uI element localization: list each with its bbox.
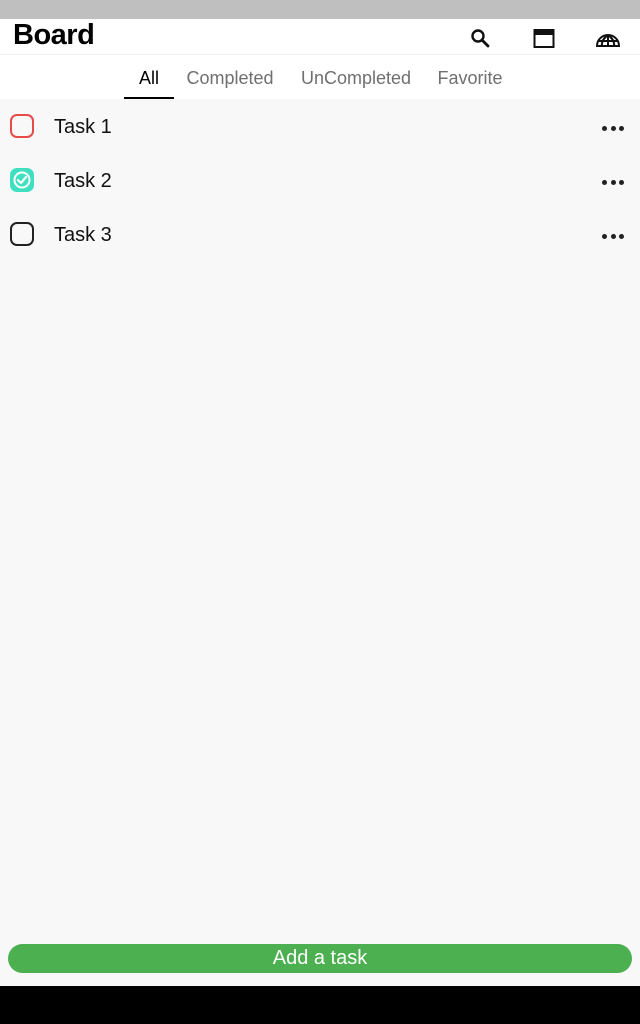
tab-all[interactable]: All bbox=[124, 55, 174, 99]
page-title: Board bbox=[13, 19, 95, 51]
task-checkbox-checked[interactable] bbox=[10, 168, 34, 192]
filter-tabs: All Completed UnCompleted Favorite bbox=[0, 55, 640, 99]
more-options-icon[interactable] bbox=[600, 175, 626, 189]
add-task-button[interactable]: Add a task bbox=[8, 944, 632, 973]
navigation-bar bbox=[0, 986, 640, 1024]
tab-uncompleted[interactable]: UnCompleted bbox=[296, 55, 416, 99]
task-row: Task 1 bbox=[0, 101, 640, 155]
tab-favorite[interactable]: Favorite bbox=[430, 55, 510, 99]
task-label: Task 3 bbox=[54, 224, 112, 246]
app-bar: Board bbox=[0, 19, 640, 55]
task-label: Task 1 bbox=[54, 116, 112, 138]
task-checkbox[interactable] bbox=[10, 222, 34, 246]
active-tab-indicator bbox=[124, 97, 174, 99]
task-row: Task 3 bbox=[0, 209, 640, 263]
check-circle-icon bbox=[13, 171, 31, 189]
status-bar bbox=[0, 0, 640, 19]
task-label: Task 2 bbox=[54, 170, 112, 192]
globe-icon[interactable] bbox=[594, 24, 622, 52]
tab-completed[interactable]: Completed bbox=[180, 55, 280, 99]
task-row: Task 2 bbox=[0, 155, 640, 209]
search-icon[interactable] bbox=[466, 24, 494, 52]
task-checkbox[interactable] bbox=[10, 114, 34, 138]
calendar-icon[interactable] bbox=[530, 24, 558, 52]
more-options-icon[interactable] bbox=[600, 121, 626, 135]
more-options-icon[interactable] bbox=[600, 229, 626, 243]
